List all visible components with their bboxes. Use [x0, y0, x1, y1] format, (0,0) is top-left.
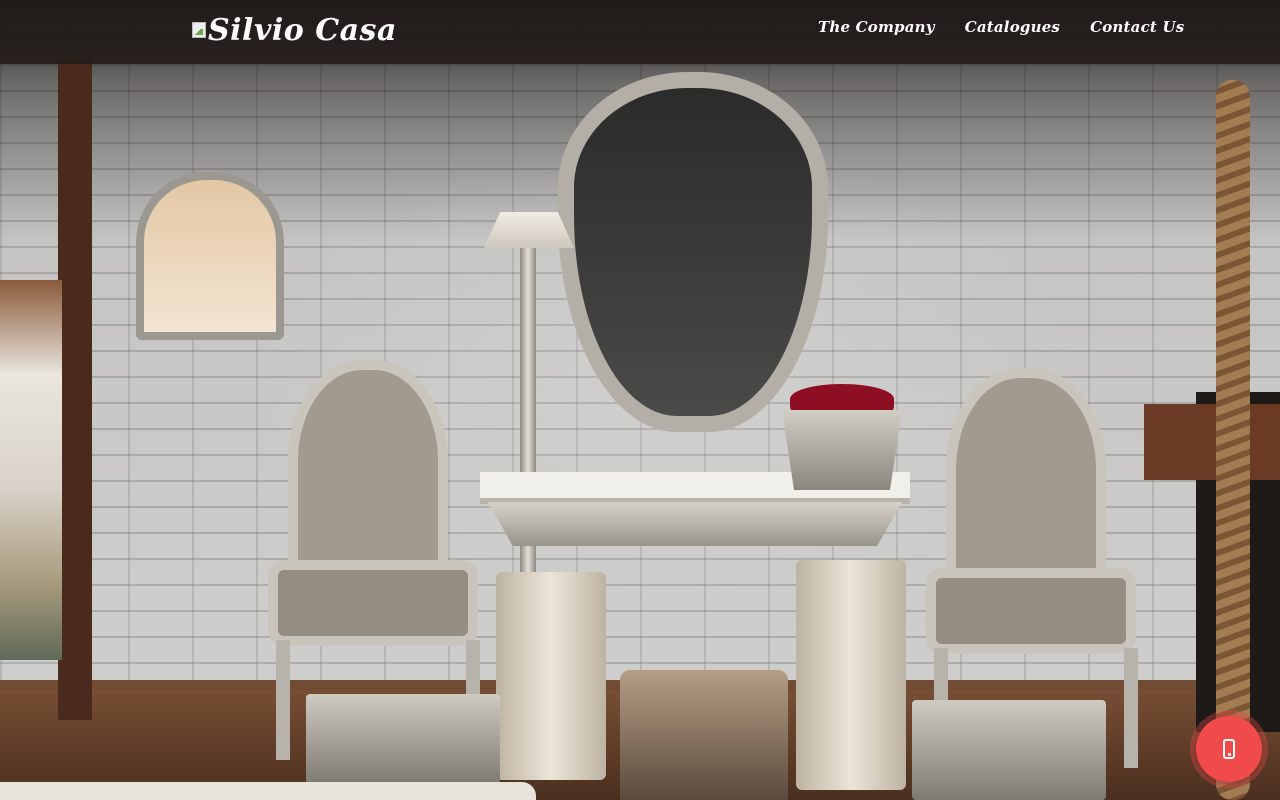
hero-image [0, 0, 1280, 800]
wall-shrine [136, 172, 284, 340]
console-table-apron [488, 502, 902, 546]
silver-box-left [306, 694, 500, 784]
carved-pillar-left [496, 572, 606, 780]
wood-post [58, 60, 92, 720]
red-stool-cushion [790, 384, 894, 414]
site-header: Silvio Casa The Company Catalogues Conta… [0, 0, 1280, 64]
foreground-cloth [0, 782, 536, 800]
silver-box-right [912, 700, 1106, 800]
nav-item-contact-us[interactable]: Contact Us [1090, 18, 1184, 36]
silver-mirror [558, 72, 828, 432]
carved-pillar-right [796, 560, 906, 790]
mobile-phone-icon [1223, 739, 1235, 759]
nav-item-the-company[interactable]: The Company [818, 18, 935, 36]
nav-item-catalogues[interactable]: Catalogues [965, 18, 1060, 36]
silver-stool-base [782, 410, 902, 490]
broken-image-icon [192, 22, 206, 38]
hanging-rope [1216, 80, 1250, 800]
ottoman [620, 670, 788, 800]
logo-link[interactable]: Silvio Casa [192, 10, 397, 50]
wood-shelf [1144, 404, 1280, 480]
hanging-textiles [0, 280, 62, 660]
call-button[interactable] [1196, 716, 1262, 782]
main-nav: The Company Catalogues Contact Us [818, 18, 1184, 36]
logo-text: Silvio Casa [208, 12, 397, 48]
